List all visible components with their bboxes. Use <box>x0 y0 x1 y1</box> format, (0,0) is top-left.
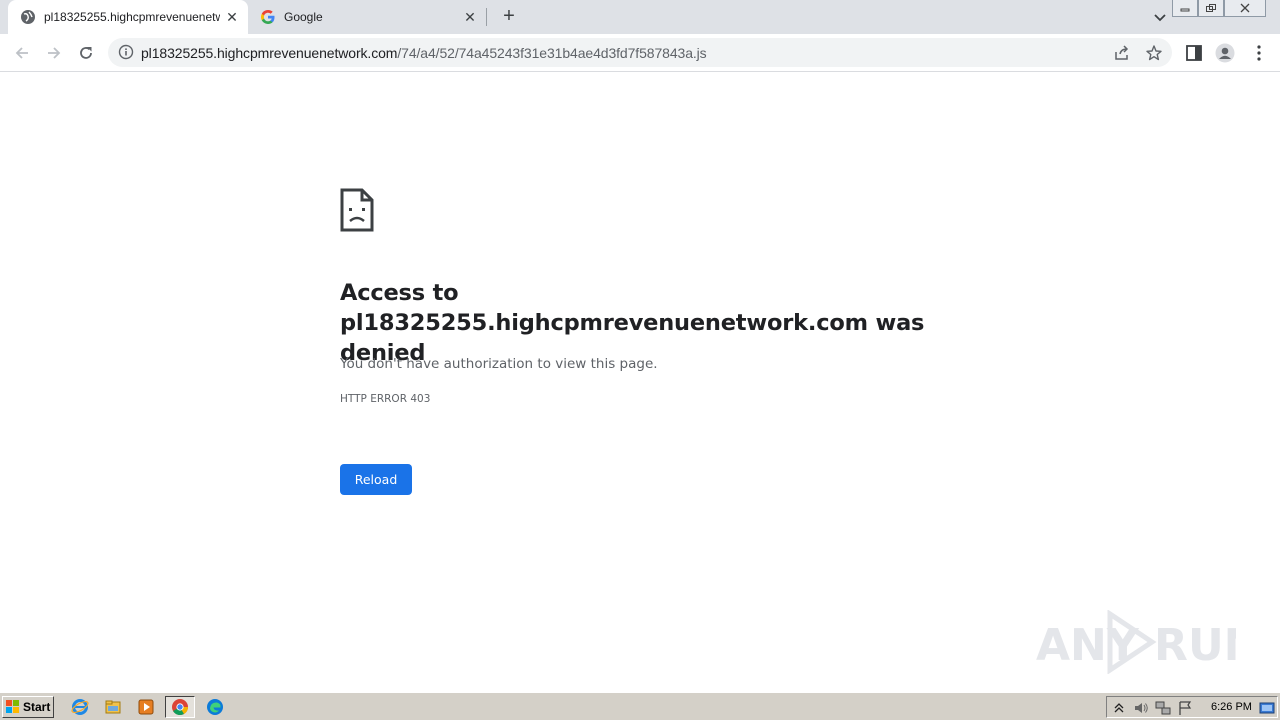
forward-button[interactable] <box>42 41 66 65</box>
new-tab-button[interactable]: + <box>498 6 520 28</box>
taskbar: Start 6:26 PM <box>0 692 1280 720</box>
clock[interactable]: 6:26 PM <box>1211 701 1252 713</box>
edge-icon <box>207 699 223 715</box>
globe-icon <box>21 10 35 24</box>
sad-document-icon <box>340 188 374 232</box>
network-icon[interactable] <box>1155 700 1171 716</box>
start-button[interactable]: Start <box>2 696 54 718</box>
chrome-icon <box>172 699 189 716</box>
file-explorer-icon <box>105 700 121 714</box>
share-icon[interactable] <box>1113 44 1131 62</box>
tab-close-icon[interactable]: ✕ <box>224 9 240 25</box>
tab-active[interactable]: pl18325255.highcpmrevenuenetwork.com/74/… <box>8 0 248 34</box>
taskbar-file-explorer[interactable] <box>101 696 125 718</box>
action-center-flag-icon[interactable] <box>1177 700 1193 716</box>
browser-toolbar: pl18325255.highcpmrevenuenetwork.com/74/… <box>0 34 1280 72</box>
minimize-icon <box>1180 8 1190 12</box>
close-icon <box>1240 3 1250 13</box>
google-g-icon <box>261 10 275 24</box>
reload-icon <box>80 47 92 59</box>
taskbar-internet-explorer[interactable] <box>68 696 92 718</box>
volume-icon[interactable] <box>1133 700 1149 716</box>
minimize-button[interactable] <box>1172 0 1198 17</box>
back-arrow-icon <box>15 47 28 59</box>
tab-title: pl18325255.highcpmrevenuenetwork.com/74/… <box>44 10 220 24</box>
side-panel-icon[interactable] <box>1184 43 1204 63</box>
reload-toolbar-button[interactable] <box>74 41 98 65</box>
url-path: /74/a4/52/74a45243f31e31b4ae4d3fd7f58784… <box>397 45 707 61</box>
taskbar-media-player[interactable] <box>134 696 158 718</box>
start-label: Start <box>23 700 51 714</box>
restore-icon <box>1206 4 1216 12</box>
system-tray: 6:26 PM <box>1106 696 1278 718</box>
error-message: You don't have authorization to view thi… <box>340 356 658 372</box>
url-text[interactable]: pl18325255.highcpmrevenuenetwork.com/74/… <box>141 45 707 61</box>
info-icon[interactable] <box>118 44 134 60</box>
window-controls <box>1172 0 1266 17</box>
error-title: Access to pl18325255.highcpmrevenuenetwo… <box>340 280 925 366</box>
internet-explorer-icon <box>71 699 89 715</box>
reload-button[interactable]: Reload <box>340 464 412 495</box>
windows-flag-icon <box>6 700 19 713</box>
tab-strip: pl18325255.highcpmrevenuenetwork.com/74/… <box>0 0 1280 34</box>
menu-kebab-icon[interactable] <box>1249 43 1269 63</box>
profile-avatar-icon[interactable] <box>1215 43 1235 63</box>
page-content: Access to pl18325255.highcpmrevenuenetwo… <box>0 72 1280 692</box>
close-window-button[interactable] <box>1224 0 1266 17</box>
back-button[interactable] <box>10 41 34 65</box>
media-player-icon <box>138 699 154 715</box>
watermark-text: ANY RUN <box>1036 620 1236 671</box>
tab-close-icon[interactable]: ✕ <box>462 9 478 25</box>
tab-separator <box>486 8 487 26</box>
restore-button[interactable] <box>1198 0 1224 17</box>
error-code: HTTP ERROR 403 <box>340 393 431 405</box>
show-hidden-icons-icon[interactable] <box>1111 700 1127 716</box>
tab-title: Google <box>284 10 323 24</box>
tab-google[interactable]: Google ✕ <box>248 0 486 34</box>
url-host: pl18325255.highcpmrevenuenetwork.com <box>141 45 398 61</box>
taskbar-chrome[interactable] <box>165 696 195 718</box>
chevron-down-icon[interactable] <box>1150 7 1170 27</box>
bookmark-star-icon[interactable] <box>1145 44 1163 62</box>
anyrun-watermark: ANY RUN <box>1036 610 1236 674</box>
show-desktop-icon[interactable] <box>1259 700 1275 716</box>
taskbar-edge[interactable] <box>203 696 227 718</box>
address-bar[interactable]: pl18325255.highcpmrevenuenetwork.com/74/… <box>108 38 1172 67</box>
forward-arrow-icon <box>48 47 61 59</box>
